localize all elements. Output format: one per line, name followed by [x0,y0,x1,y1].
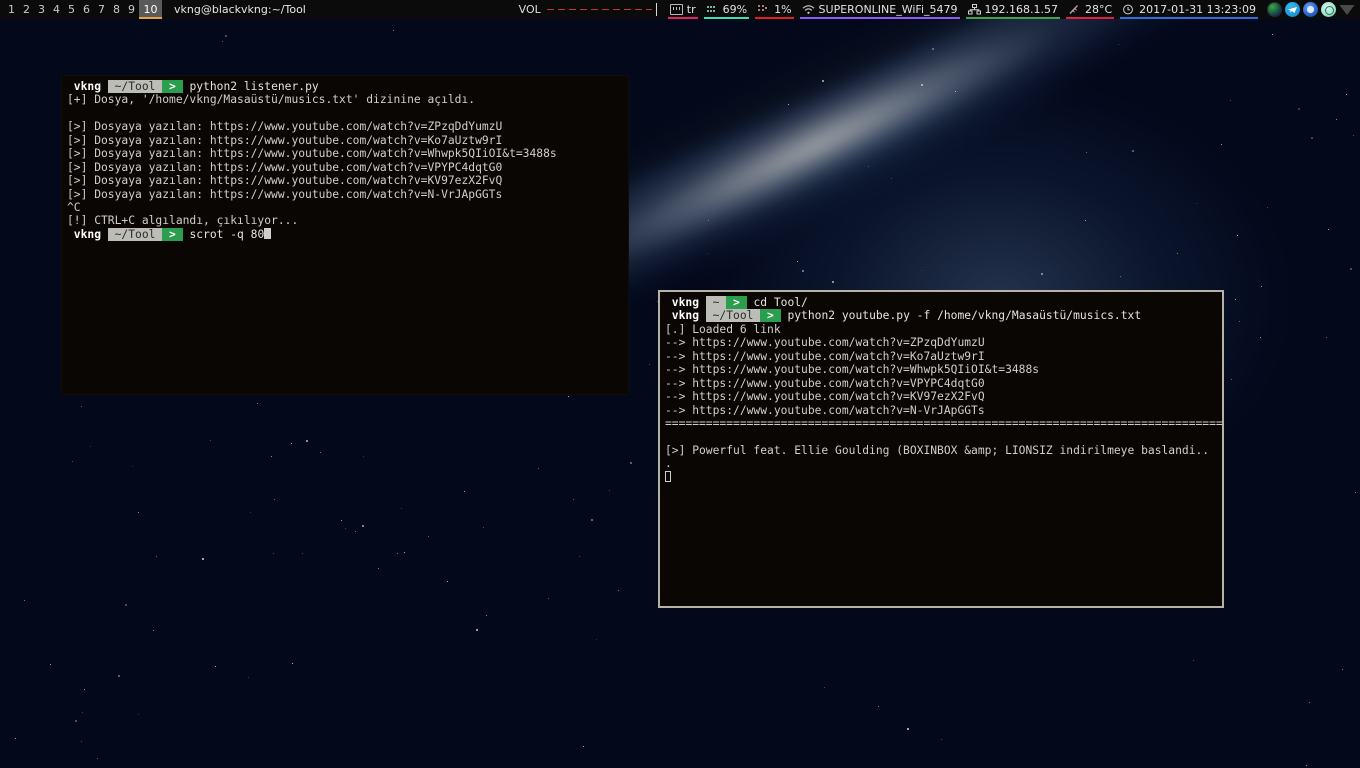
workspace-button-4[interactable]: 4 [49,0,64,19]
terminal-line: --> https://www.youtube.com/watch?v=KV97… [665,390,985,404]
terminal-line: --> https://www.youtube.com/watch?v=VPYP… [665,376,985,390]
network-icon [967,4,981,15]
text-cursor [264,227,272,239]
terminal-line: [>] Dosyaya yazılan: https://www.youtube… [67,174,503,188]
prompt-user: vkng [67,80,108,93]
text-cursor [665,470,671,482]
terminal-line: vkng ~/Tool > python2 youtube.py -f /hom… [665,309,1142,323]
workspace-button-10[interactable]: 10 [139,0,162,19]
prompt-path: ~/Tool [107,227,163,241]
wifi-fan-icon[interactable] [1339,3,1355,16]
earth-icon[interactable] [1267,2,1282,17]
volume-control[interactable]: VOL [511,3,665,16]
terminal-line: vkng ~/Tool > scrot -q 80 [67,227,623,241]
workspace-list: 1 2 3 4 5 6 7 8 9 10 [0,0,162,19]
terminal-window-youtube[interactable]: vkng ~ > cd Tool/ vkng ~/Tool > python2 … [658,290,1224,608]
volume-slider-track[interactable] [546,9,652,10]
terminal-window-listener[interactable]: vkng ~/Tool > python2 listener.py [+] Dos… [61,75,629,395]
workspace-button-9[interactable]: 9 [124,0,139,19]
indicator-value: tr [686,3,696,16]
workspace-button-1[interactable]: 1 [4,0,19,19]
terminal-line: ========================================… [665,416,1222,430]
terminal-line: [.] Loaded 6 link [665,322,781,336]
telegram-icon[interactable] [1285,2,1300,17]
clock-icon [1122,4,1135,15]
indicator-underline [755,17,794,19]
prompt-user: vkng [665,296,706,309]
volume-label: VOL [518,3,541,16]
prompt-arrow: > [760,309,781,323]
indicator-value: 69% [722,3,748,16]
volume-slider-knob[interactable] [655,3,657,16]
workspace-button-2[interactable]: 2 [19,0,34,19]
indicator-underline [799,17,960,19]
terminal-line: [>] Dosyaya yazılan: https://www.youtube… [67,133,503,147]
prompt-arrow: > [162,227,183,241]
prompt-path: ~/Tool [107,80,163,93]
indicator-value: 192.168.1.57 [984,3,1058,16]
workspace-button-7[interactable]: 7 [94,0,109,19]
indicator-underline [667,17,698,19]
terminal-line: [>] Dosyaya yazılan: https://www.youtube… [67,120,503,134]
terminal-line: [+] Dosya, '/home/vkng/Masaüstü/musics.t… [67,93,476,107]
browser-icon[interactable] [1303,2,1318,17]
indicator-clock[interactable]: 2017-01-31 13:23:09 [1117,0,1261,19]
indicator-underline [1065,17,1115,19]
indicator-memory-usage[interactable]: 69% [701,0,752,19]
terminal-line: --> https://www.youtube.com/watch?v=ZPzq… [665,336,985,350]
indicator-value: SUPERONLINE_WiFi_5479 [818,3,958,16]
prompt-path: ~/Tool [705,309,761,323]
indicator-wifi-network[interactable]: SUPERONLINE_WiFi_5479 [797,0,963,19]
terminal-line: --> https://www.youtube.com/watch?v=N-Vr… [665,403,985,417]
terminal-line: . [665,457,672,471]
terminal-line: --> https://www.youtube.com/watch?v=Ko7a… [665,349,985,363]
terminal-line [665,470,1217,484]
indicator-underline [703,17,750,19]
thermometer-icon [1068,4,1081,15]
taskbar-right: VOL tr 69% 1% SUPERONLINE_WiFi_5479 192.168.… [511,0,1360,19]
workspace-button-8[interactable]: 8 [109,0,124,19]
terminal-line: --> https://www.youtube.com/watch?v=Whwp… [665,363,1040,377]
prompt-path: ~ [705,296,727,309]
prompt-arrow: > [726,296,747,309]
memory-icon [705,4,719,15]
terminal-line: vkng ~ > cd Tool/ [665,296,808,309]
indicator-underline [1120,17,1258,19]
terminal-output-youtube[interactable]: vkng ~ > cd Tool/ vkng ~/Tool > python2 … [660,292,1222,606]
settings-icon[interactable] [1321,2,1336,17]
status-indicators: tr 69% 1% SUPERONLINE_WiFi_5479 192.168.1.57… [665,0,1261,19]
indicator-cpu-usage[interactable]: 1% [752,0,796,19]
terminal-line: ^C [67,200,81,214]
terminal-line: vkng ~/Tool > python2 listener.py [67,80,319,93]
indicator-ip-address[interactable]: 192.168.1.57 [963,0,1063,19]
terminal-line: [>] Powerful feat. Ellie Goulding (BOXIN… [665,443,1210,457]
prompt-user: vkng [665,309,706,323]
terminal-line: [>] Dosyaya yazılan: https://www.youtube… [67,187,503,201]
active-window-title: vkng@blackvkng:~/Tool [174,3,306,16]
keyboard-icon [669,4,683,15]
indicator-value: 1% [774,3,792,16]
prompt-arrow: > [162,80,183,93]
taskbar: 1 2 3 4 5 6 7 8 9 10 vkng@blackvkng:~/Tool VOL tr… [0,0,1360,19]
terminal-output-listener[interactable]: vkng ~/Tool > python2 listener.py [+] Dos… [62,76,628,394]
indicator-value: 28°C [1084,3,1113,16]
terminal-line: [>] Dosyaya yazılan: https://www.youtube… [67,147,557,161]
wifi-icon [802,4,815,15]
workspace-button-6[interactable]: 6 [79,0,94,19]
terminal-line: [!] CTRL+C algılandı, çıkılıyor... [67,214,299,228]
indicator-temperature[interactable]: 28°C [1063,0,1117,19]
indicator-keyboard-layout[interactable]: tr [665,0,701,19]
cpu-icon [757,4,771,15]
prompt-user: vkng [67,227,108,241]
indicator-underline [965,17,1060,19]
system-tray [1261,2,1360,17]
terminal-line: [>] Dosyaya yazılan: https://www.youtube… [67,160,503,174]
workspace-button-5[interactable]: 5 [64,0,79,19]
indicator-value: 2017-01-31 13:23:09 [1139,3,1256,16]
workspace-button-3[interactable]: 3 [34,0,49,19]
